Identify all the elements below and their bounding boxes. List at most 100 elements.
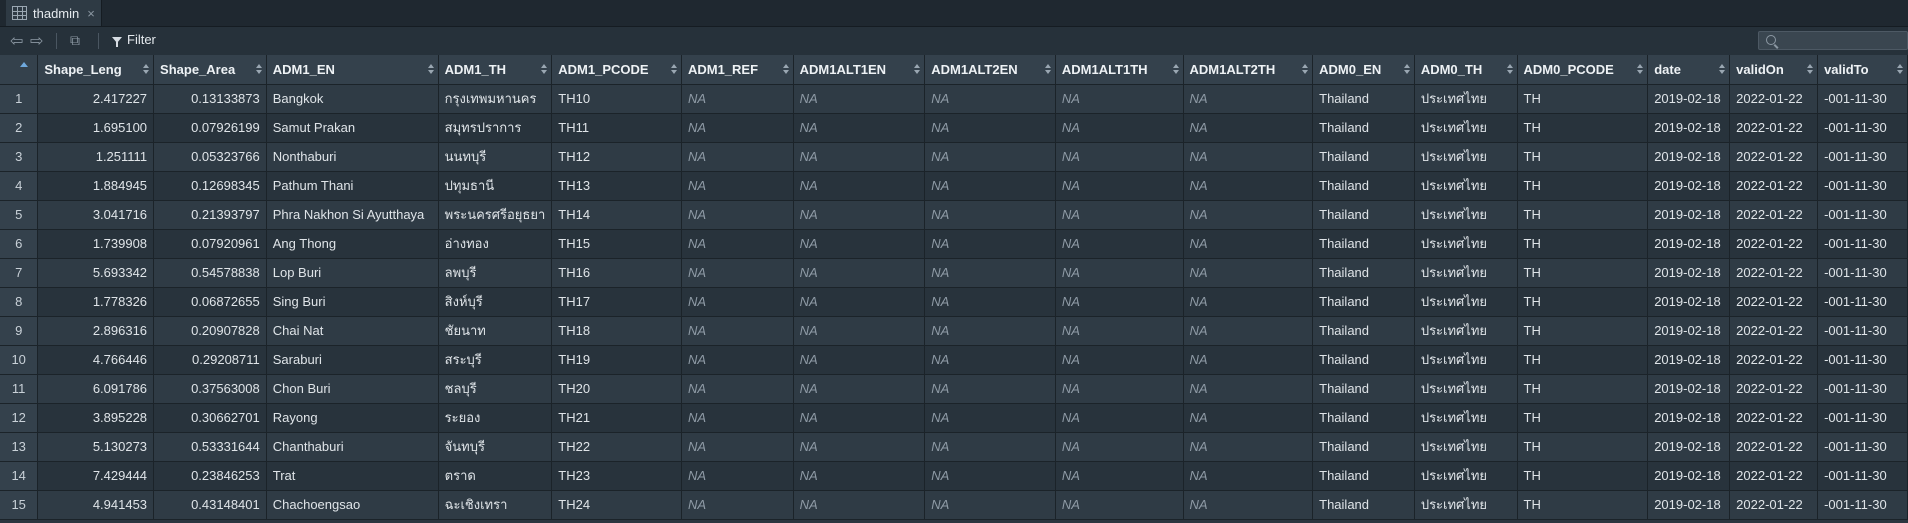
row-index-header[interactable] [0,55,39,85]
cell-adm1_pcode: TH20 [551,374,682,404]
sort-icon[interactable] [1044,64,1051,75]
popout-icon[interactable]: ⧉ [70,32,80,49]
table-row[interactable]: 14 7.429444 0.23846253 Trat ตราด TH23 NA NA NA NA… [0,461,1908,491]
cell-adm0_en: Thailand [1312,403,1415,433]
column-header-adm1alt2en[interactable]: ADM1ALT2EN [924,55,1056,85]
sort-icon[interactable] [670,64,677,75]
table-row[interactable]: 6 1.739908 0.07920961 Ang Thong อ่างทอง TH15 N… [0,229,1908,259]
table-row[interactable]: 10 4.766446 0.29208711 Saraburi สระบุรี TH19 N… [0,345,1908,375]
column-header-label: ADM0_TH [1420,61,1483,77]
cell-adm1_pcode: TH12 [551,142,682,172]
cell-shape_area: 0.21393797 [153,200,267,230]
column-header-date[interactable]: date [1647,55,1731,85]
sort-icon[interactable] [914,64,921,75]
column-header-adm1alt2th[interactable]: ADM1ALT2TH [1183,55,1314,85]
forward-arrow-icon[interactable]: ⇨ [30,31,43,51]
cell-adm0_pcode: TH [1517,142,1649,172]
cell-adm1alt2th: NA [1183,113,1314,143]
column-header-label: ADM0_PCODE [1523,61,1614,77]
column-header-adm1alt1th[interactable]: ADM1ALT1TH [1055,55,1184,85]
tab-thadmin[interactable]: thadmin × [6,0,102,26]
cell-adm1alt2en: NA [924,403,1056,433]
cell-adm1alt2en: NA [924,287,1056,317]
cell-adm0_th: ประเทศไทย [1414,461,1518,491]
cell-adm0_pcode: TH [1517,84,1649,114]
cell-adm1alt2th: NA [1183,229,1314,259]
sort-icon[interactable] [427,64,434,75]
column-header-adm1_th[interactable]: ADM1_TH [438,55,553,85]
column-header-label: validTo [1824,61,1869,77]
cell-adm0_en: Thailand [1312,490,1415,520]
cell-adm0_th: ประเทศไทย [1414,287,1518,317]
table-row[interactable]: 7 5.693342 0.54578838 Lop Buri ลพบุรี TH16 NA N… [0,258,1908,288]
cell-adm1alt1en: NA [793,171,926,201]
column-header-validto[interactable]: validTo [1817,55,1908,85]
cell-validto: -001-11-30 [1817,316,1908,346]
back-arrow-icon[interactable]: ⇦ [10,31,23,51]
cell-adm1alt2en: NA [924,316,1056,346]
cell-adm1_ref: NA [681,316,794,346]
cell-validon: 2022-01-22 [1729,490,1819,520]
column-header-shape_area[interactable]: Shape_Area [153,55,267,85]
sort-icon[interactable] [1403,64,1410,75]
cell-adm1_en: Nonthaburi [266,142,439,172]
cell-adm1alt1en: NA [793,113,926,143]
table-row[interactable]: 15 4.941453 0.43148401 Chachoengsao ฉะเชิงเท… [0,490,1908,520]
cell-adm1_en: Bangkok [266,84,439,114]
sort-icon[interactable] [1637,64,1644,75]
sort-icon[interactable] [1719,64,1726,75]
table-row[interactable]: 5 3.041716 0.21393797 Phra Nakhon Si Ayutth… [0,200,1908,230]
sort-icon[interactable] [1506,64,1513,75]
cell-shape_leng: 4.941453 [37,490,155,520]
column-header-validon[interactable]: validOn [1729,55,1819,85]
column-header-adm1_en[interactable]: ADM1_EN [266,55,439,85]
column-header-adm0_pcode[interactable]: ADM0_PCODE [1517,55,1649,85]
cell-validto: -001-11-30 [1817,432,1908,462]
cell-validon: 2022-01-22 [1729,113,1819,143]
sort-icon[interactable] [782,64,789,75]
column-header-adm1_ref[interactable]: ADM1_REF [681,55,794,85]
cell-adm0_pcode: TH [1517,200,1649,230]
cell-adm1_th: นนทบุรี [438,142,553,172]
cell-validon: 2022-01-22 [1729,345,1819,375]
cell-adm1alt2th: NA [1183,461,1314,491]
close-icon[interactable]: × [87,6,95,21]
cell-date: 2019-02-18 [1647,490,1731,520]
cell-adm0_pcode: TH [1517,316,1649,346]
table-row[interactable]: 9 2.896316 0.20907828 Chai Nat ชัยนาท TH18 NA N… [0,316,1908,346]
table-row[interactable]: 1 2.417227 0.13133873 Bangkok กรุงเทพมหานคร T… [0,84,1908,114]
sort-icon[interactable] [255,64,262,75]
sort-icon[interactable] [143,64,150,75]
filter-button[interactable]: Filter [112,32,156,47]
table-row[interactable]: 11 6.091786 0.37563008 Chon Buri ชลบุรี TH20 N… [0,374,1908,404]
row-index: 3 [0,142,39,172]
table-row[interactable]: 12 3.895228 0.30662701 Rayong ระยอง TH21 NA NA N… [0,403,1908,433]
search-input[interactable] [1758,31,1908,50]
cell-adm1_th: อ่างทอง [438,229,553,259]
table-row[interactable]: 2 1.695100 0.07926199 Samut Prakan สมุทรปราก… [0,113,1908,143]
column-header-adm0_th[interactable]: ADM0_TH [1414,55,1518,85]
table-row[interactable]: 4 1.884945 0.12698345 Pathum Thani ปทุมธานี T… [0,171,1908,201]
cell-adm0_pcode: TH [1517,229,1649,259]
cell-validto: -001-11-30 [1817,374,1908,404]
cell-shape_area: 0.53331644 [153,432,267,462]
sort-icon[interactable] [541,64,548,75]
table-row[interactable]: 13 5.130273 0.53331644 Chanthaburi จันทบุรี T… [0,432,1908,462]
table-row[interactable]: 3 1.251111 0.05323766 Nonthaburi นนทบุรี TH12… [0,142,1908,172]
sort-icon[interactable] [1302,64,1309,75]
row-index: 12 [0,403,39,433]
column-header-adm1_pcode[interactable]: ADM1_PCODE [551,55,682,85]
column-header-adm0_en[interactable]: ADM0_EN [1312,55,1415,85]
cell-shape_leng: 2.417227 [37,84,155,114]
column-header-shape_leng[interactable]: Shape_Leng [37,55,155,85]
table-body: 1 2.417227 0.13133873 Bangkok กรุงเทพมหานคร T… [0,84,1908,520]
table-row[interactable]: 8 1.778326 0.06872655 Sing Buri สิงห์บุรี TH1… [0,287,1908,317]
sort-icon[interactable] [1807,64,1814,75]
cell-adm1alt2th: NA [1183,345,1314,375]
column-header-label: ADM1_EN [272,61,335,77]
cell-adm1_pcode: TH13 [551,171,682,201]
sort-icon[interactable] [1897,64,1903,75]
column-header-adm1alt1en[interactable]: ADM1ALT1EN [793,55,926,85]
sort-icon[interactable] [1172,64,1179,75]
cell-adm1alt2th: NA [1183,374,1314,404]
